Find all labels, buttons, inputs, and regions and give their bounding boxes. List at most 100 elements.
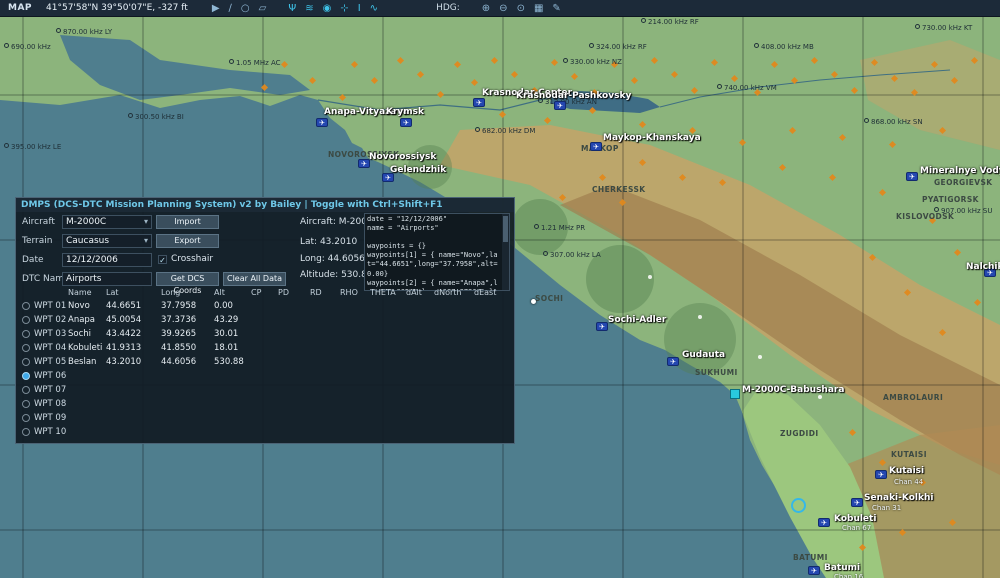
info-altitude: Altitude: 530.88	[300, 270, 373, 280]
airport-icon[interactable]: ✈	[596, 322, 608, 331]
grid-icon[interactable]: ▦	[534, 0, 543, 17]
f10-map[interactable]: 870.00 kHz LY690.00 kHz214.00 kHz RF730.…	[0, 17, 1000, 578]
date-label: Date	[22, 255, 44, 265]
town-mark-icon	[631, 77, 638, 84]
crosshair-checkbox[interactable]: ✓ Crosshair	[158, 254, 213, 264]
player-unit-label: M-2000C-Babushara	[742, 385, 844, 395]
waypoint-radio[interactable]	[22, 372, 30, 380]
terrain-dropdown[interactable]: Caucasus ▾	[62, 234, 152, 248]
airport-icon[interactable]: ✈	[400, 118, 412, 127]
waypoint-radio[interactable]	[22, 316, 30, 324]
airport-icon[interactable]: ✈	[473, 98, 485, 107]
aircraft-dropdown[interactable]: M-2000C ▾	[62, 215, 152, 229]
observe-icon[interactable]: ◉	[323, 0, 332, 17]
town-mark-icon	[974, 299, 981, 306]
airport-icon[interactable]: ✈	[554, 101, 566, 110]
export-button[interactable]: Export	[156, 234, 219, 248]
waypoint-row: WPT 10	[16, 425, 514, 439]
waypoint-number-label: WPT 09	[34, 413, 68, 423]
waypoint-long: 44.6056	[161, 357, 214, 367]
airport-icon[interactable]: ✈	[906, 172, 918, 181]
unit-range-ring-icon[interactable]	[791, 498, 806, 513]
waypoint-radio[interactable]	[22, 386, 30, 394]
town-mark-icon	[889, 141, 896, 148]
zoom-reset-icon[interactable]: ⊙	[517, 0, 525, 17]
info-icon[interactable]: Ⅰ	[358, 0, 361, 17]
column-header: RD	[310, 288, 340, 297]
town-mark-icon	[831, 71, 838, 78]
airport-icon[interactable]: ✈	[808, 566, 820, 575]
waypoint-radio[interactable]	[22, 302, 30, 310]
editor-scrollbar[interactable]	[502, 214, 509, 290]
dtc-name-input[interactable]: Airports	[62, 272, 152, 286]
player-unit-icon[interactable]	[730, 389, 740, 399]
polygon-tool-icon[interactable]: ▱	[259, 0, 267, 17]
airport-icon[interactable]: ✈	[875, 470, 887, 479]
town-mark-icon	[339, 94, 346, 101]
get-dcs-coords-button[interactable]: Get DCS Coords	[156, 272, 219, 286]
clear-all-data-button[interactable]: Clear All Data	[223, 272, 286, 286]
wave-icon[interactable]: ∿	[370, 0, 378, 17]
waypoint-lat: 44.6651	[106, 301, 161, 311]
town-mark-icon	[954, 249, 961, 256]
waypoint-radio[interactable]	[22, 358, 30, 366]
waypoint-radio[interactable]	[22, 330, 30, 338]
town-mark-icon	[829, 174, 836, 181]
radio-beacon-label: 330.00 kHz NZ	[563, 58, 622, 66]
scrollbar-thumb[interactable]	[503, 216, 508, 242]
pencil-icon[interactable]: ✎	[552, 0, 560, 17]
signal-icon[interactable]: ≋	[305, 0, 313, 17]
airport-label: Senaki-Kolkhi	[864, 493, 933, 503]
date-input[interactable]: 12/12/2006	[62, 253, 152, 267]
zoom-out-icon[interactable]: ⊖	[499, 0, 507, 17]
airport-icon[interactable]: ✈	[851, 498, 863, 507]
heading-label: HDG:	[436, 3, 460, 13]
airport-icon[interactable]: ✈	[818, 518, 830, 527]
column-header: THETA	[370, 288, 406, 297]
town-mark-icon	[899, 529, 906, 536]
town-mark-icon	[849, 429, 856, 436]
town-mark-icon	[869, 254, 876, 261]
town-mark-icon	[739, 139, 746, 146]
antenna-icon[interactable]: Ψ	[288, 0, 296, 17]
column-header: Long	[161, 288, 214, 297]
column-header: dEast	[474, 288, 504, 297]
town-mark-icon	[589, 107, 596, 114]
waypoint-radio[interactable]	[22, 344, 30, 352]
radio-beacon-label: 1.05 MHz AC	[229, 59, 281, 67]
map-mode-label: MAP	[8, 3, 32, 13]
city-label: KISLOVODSK	[896, 212, 954, 221]
marker-icon[interactable]: ⊹	[340, 0, 348, 17]
waypoint-name: Anapa	[68, 315, 106, 325]
dtc-editor-textarea[interactable]: date = "12/12/2006" name = "Airports" wa…	[364, 213, 510, 291]
zoom-in-icon[interactable]: ⊕	[482, 0, 490, 17]
circle-tool-icon[interactable]: ○	[241, 0, 250, 17]
airport-icon[interactable]: ✈	[667, 357, 679, 366]
town-mark-icon	[789, 127, 796, 134]
waypoint-name: Beslan	[68, 357, 106, 367]
town-mark-icon	[559, 194, 566, 201]
waypoint-radio[interactable]	[22, 428, 30, 436]
waypoint-radio[interactable]	[22, 414, 30, 422]
ruler-icon[interactable]: ∕	[229, 0, 232, 17]
city-label: CHERKESSK	[592, 185, 646, 194]
toolbar-mid-icons: Ψ ≋ ◉ ⊹ Ⅰ ∿	[288, 0, 378, 17]
import-button[interactable]: Import	[156, 215, 219, 229]
town-mark-icon	[879, 459, 886, 466]
map-toolbar: MAP 41°57'58"N 39°50'07"E, -327 ft ▶∕○▱ …	[0, 0, 1000, 17]
terrain-label: Terrain	[22, 236, 52, 246]
waypoint-name: Novo	[68, 301, 106, 311]
waypoint-row: WPT 09	[16, 411, 514, 425]
airport-icon[interactable]: ✈	[316, 118, 328, 127]
waypoint-lat: 41.9313	[106, 343, 161, 353]
waypoint-long: 37.3736	[161, 315, 214, 325]
airport-label: Krasnodar-Pashkovsky	[516, 91, 631, 101]
cursor-icon[interactable]: ▶	[212, 0, 220, 17]
column-header: Lat	[106, 288, 161, 297]
airport-icon[interactable]: ✈	[590, 142, 602, 151]
crosshair-dot	[531, 299, 536, 304]
town-mark-icon	[491, 57, 498, 64]
tacan-channel-label: Chan 31	[872, 504, 901, 512]
town-mark-icon	[437, 91, 444, 98]
waypoint-radio[interactable]	[22, 400, 30, 408]
